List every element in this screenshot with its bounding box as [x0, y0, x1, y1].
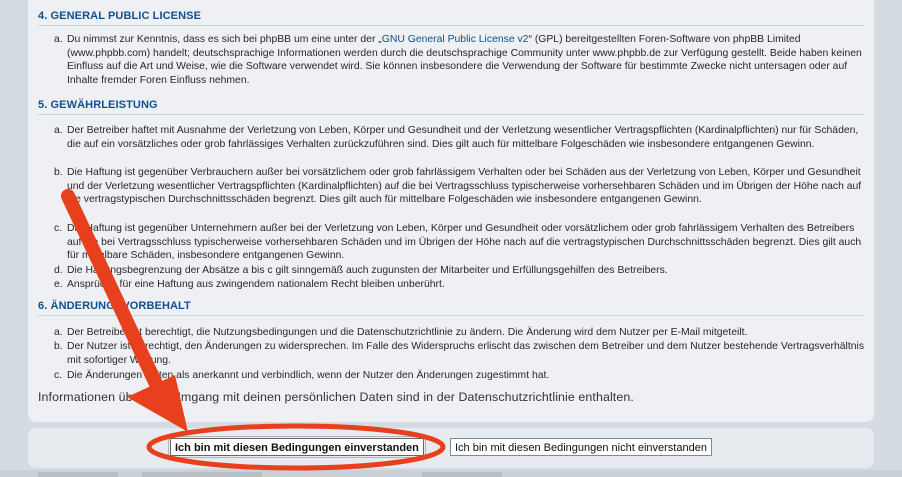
list-item: b. Der Nutzer ist berechtigt, den Änderu… [54, 340, 864, 367]
list-item-text: Die Änderungen gelten als anerkannt und … [67, 370, 550, 381]
list-item-text: Die Haftung ist gegenüber Unternehmern a… [67, 223, 862, 262]
agree-button[interactable]: Ich bin mit diesen Bedingungen einversta… [168, 436, 426, 458]
list-marker: c. [54, 223, 63, 234]
section-heading-changes: 6. ÄNDERUNGSVORBEHALT [38, 298, 864, 316]
list-item: a. Du nimmst zur Kenntnis, dass es sich … [54, 33, 864, 88]
section-heading-warranty: 5. GEWÄHRLEISTUNG [38, 97, 864, 115]
list-item: a. Der Betreiber ist berechtigt, die Nut… [54, 326, 864, 340]
list-marker: d. [54, 265, 63, 276]
list-item: c. Die Haftung ist gegenüber Unternehmer… [54, 222, 864, 263]
footer-segment [38, 472, 118, 477]
list-item-text: Die Haftung ist gegenüber Verbrauchern a… [67, 167, 862, 206]
list-marker: a. [54, 125, 63, 136]
text-before-link: Du nimmst zur Kenntnis, dass es sich bei… [67, 34, 382, 45]
footer-segment [142, 472, 262, 477]
list-item-text: Du nimmst zur Kenntnis, dass es sich bei… [67, 33, 864, 88]
list-item-text: Der Betreiber ist berechtigt, die Nutzun… [67, 327, 748, 338]
privacy-note: Informationen über den Umgang mit deinen… [38, 390, 634, 404]
footer-segment [422, 472, 502, 477]
list-marker: a. [54, 34, 63, 45]
list-marker: e. [54, 279, 63, 290]
list-item: c. Die Änderungen gelten als anerkannt u… [54, 369, 864, 383]
list-item: b. Die Haftung ist gegenüber Verbraucher… [54, 166, 864, 207]
list-item-text: Der Nutzer ist berechtigt, den Änderunge… [67, 341, 865, 366]
list-marker: b. [54, 167, 63, 178]
list-marker: c. [54, 370, 63, 381]
terms-panel: 4. GENERAL PUBLIC LICENSE a. Du nimmst z… [28, 0, 874, 422]
list-item: e. Ansprüche für eine Haftung aus zwinge… [54, 278, 864, 292]
list-marker: b. [54, 341, 63, 352]
list-item: d. Die Haftungsbegrenzung der Absätze a … [54, 264, 864, 278]
list-marker: a. [54, 327, 63, 338]
disagree-button[interactable]: Ich bin mit diesen Bedingungen nicht ein… [450, 438, 712, 456]
button-bar: Ich bin mit diesen Bedingungen einversta… [28, 428, 874, 468]
list-item: a. Der Betreiber haftet mit Ausnahme der… [54, 124, 864, 151]
list-item-text: Ansprüche für eine Haftung aus zwingende… [67, 279, 445, 290]
gpl-link[interactable]: GNU General Public License v2 [382, 34, 529, 45]
list-item-text: Die Haftungsbegrenzung der Absätze a bis… [67, 265, 668, 276]
section-heading-gpl: 4. GENERAL PUBLIC LICENSE [38, 8, 864, 26]
page-footer-strip [0, 470, 902, 477]
list-item-text: Der Betreiber haftet mit Ausnahme der Ve… [67, 125, 859, 150]
